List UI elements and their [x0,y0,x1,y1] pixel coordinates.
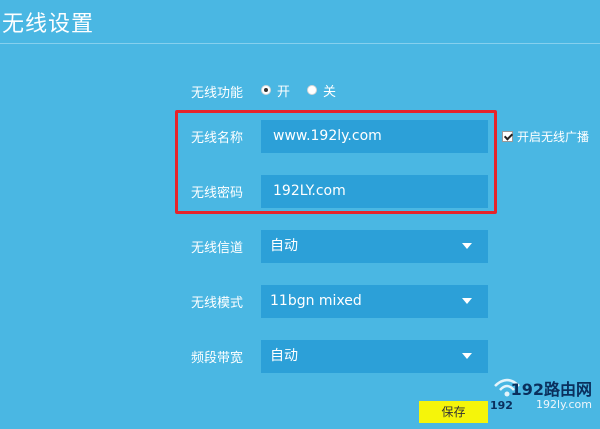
highlight-box [175,110,497,214]
watermark-brand: 192路由网 [510,380,592,399]
radio-off-label: 关 [323,84,337,100]
bandwidth-select[interactable]: 自动 [261,340,488,373]
broadcast-label: 开启无线广播 [517,130,590,144]
watermark-num: 192 [490,399,513,412]
watermark: 192路由网 192 192ly.com [488,374,598,424]
broadcast-checkbox[interactable] [502,131,513,142]
channel-label: 无线信道 [191,241,244,256]
bandwidth-label: 频段带宽 [191,351,244,366]
chevron-down-icon [462,243,472,249]
mode-value: 11bgn mixed [270,293,362,309]
mode-label: 无线模式 [191,296,244,311]
radio-on[interactable]: 开 [261,82,291,100]
wireless-function-label: 无线功能 [191,86,244,101]
title-divider [0,43,600,44]
radio-off[interactable]: 关 [307,82,337,100]
radio-on-label: 开 [277,84,291,100]
page-title: 无线设置 [2,12,95,37]
mode-select[interactable]: 11bgn mixed [261,285,488,318]
channel-value: 自动 [270,238,298,254]
radio-off-indicator[interactable] [307,85,317,95]
radio-on-indicator[interactable] [261,85,271,95]
chevron-down-icon [462,298,472,304]
bandwidth-value: 自动 [270,348,298,364]
channel-select[interactable]: 自动 [261,230,488,263]
watermark-url: 192ly.com [536,398,592,411]
broadcast-toggle[interactable]: 开启无线广播 [502,128,589,145]
save-button[interactable]: 保存 [419,401,488,423]
chevron-down-icon [462,353,472,359]
